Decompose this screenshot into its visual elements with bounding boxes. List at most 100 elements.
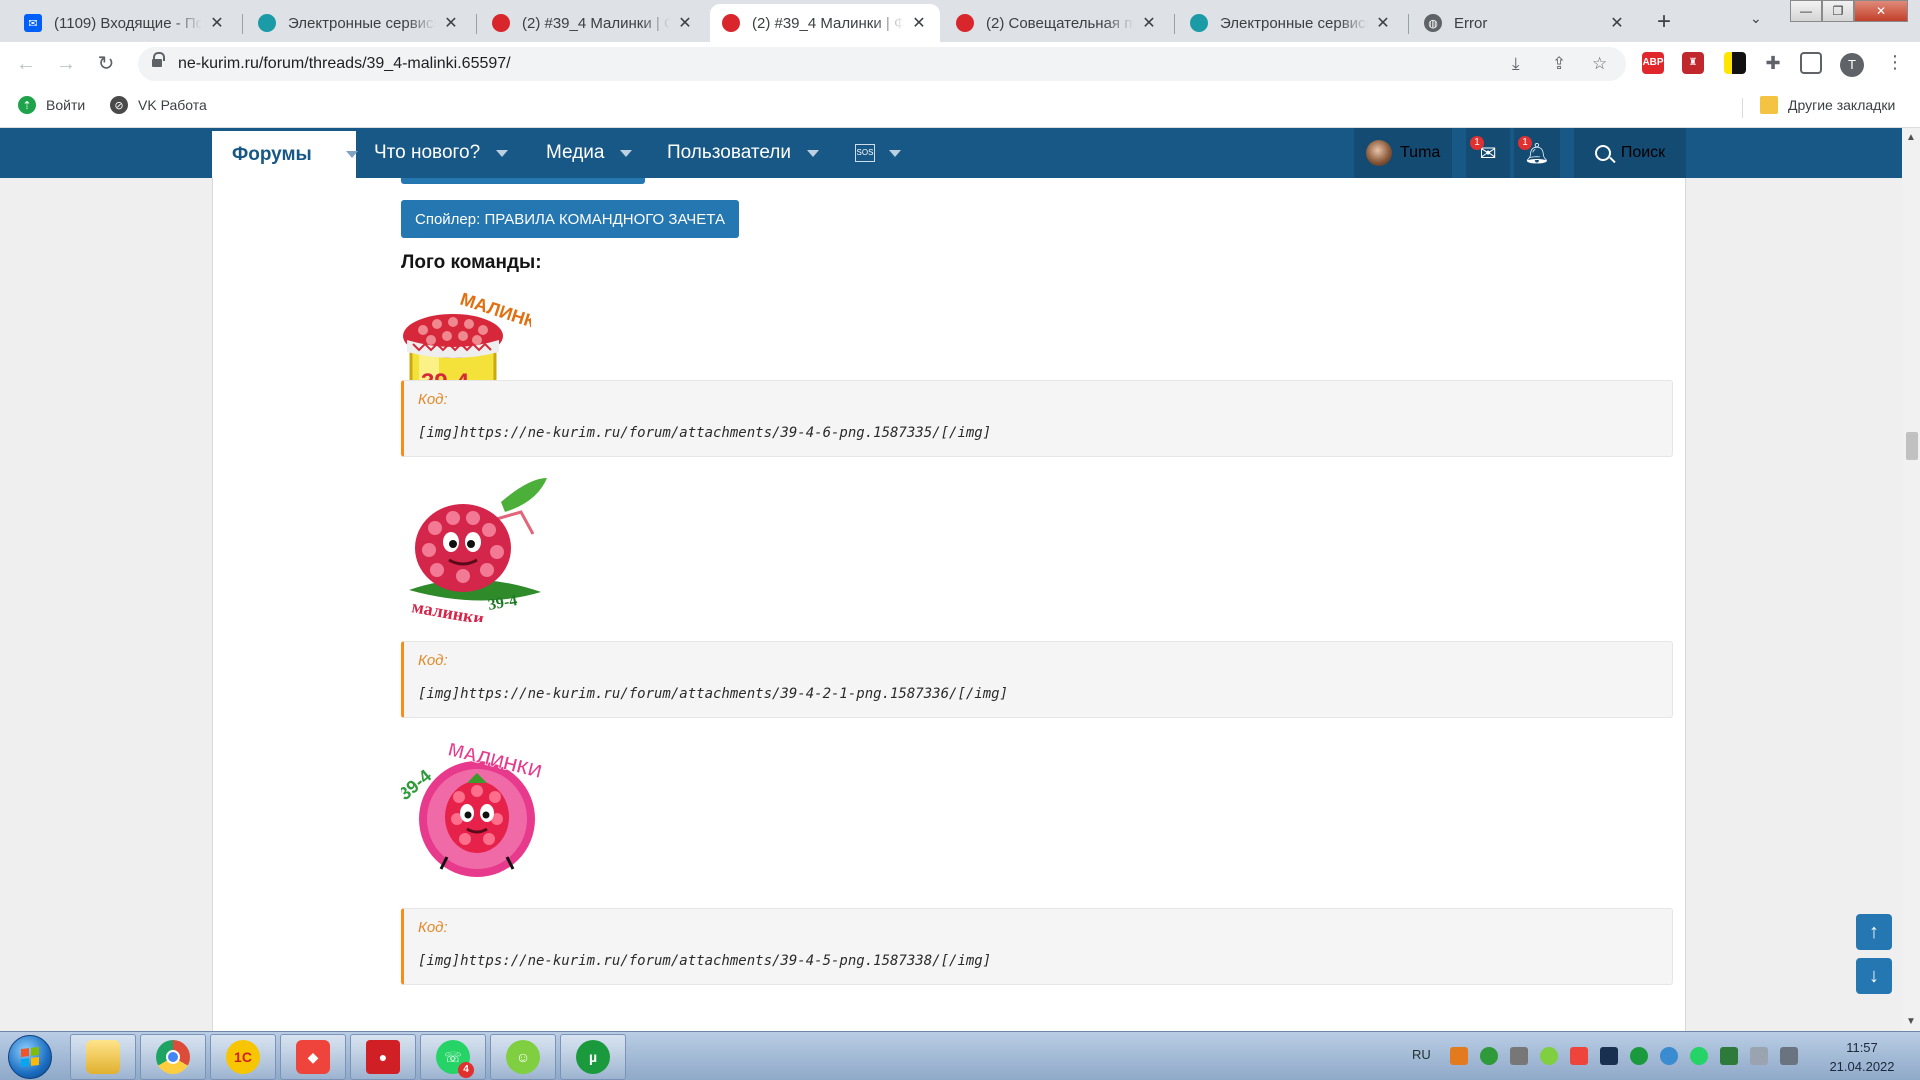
chevron-down-icon[interactable]	[345, 151, 358, 158]
inbox-button[interactable]: ✉ 1	[1466, 128, 1510, 178]
mail-icon: ✉	[24, 14, 42, 32]
tab-malinki-1[interactable]: (2) #39_4 Малинки | Совещательная ✕	[480, 4, 706, 42]
taskbar-utorrent[interactable]: µ	[560, 1034, 626, 1080]
search-button[interactable]: Поиск	[1574, 128, 1686, 178]
nav-sos[interactable]: SOS	[855, 128, 901, 178]
chevron-down-icon[interactable]	[807, 149, 820, 157]
volume-icon[interactable]	[1750, 1047, 1768, 1065]
nav-forums[interactable]: Форумы	[212, 128, 358, 178]
chevron-down-icon[interactable]	[620, 149, 633, 157]
nav-media[interactable]: Медиа	[546, 128, 633, 178]
ne-kurim-icon	[722, 14, 740, 32]
close-icon[interactable]: ✕	[1140, 13, 1158, 33]
browser-tab-strip: ✉ (1109) Входящие - Почта Mail.ru ✕ Элек…	[0, 0, 1920, 42]
bookmark-label: Войти	[46, 97, 86, 113]
taskbar-anydesk[interactable]: ◆	[280, 1034, 346, 1080]
code-text[interactable]: [img]https://ne-kurim.ru/forum/attachmen…	[418, 686, 1008, 702]
scroll-up-arrow-icon[interactable]: ▲	[1906, 132, 1916, 143]
page-scrollbar[interactable]: ▲ ▼	[1902, 128, 1920, 1031]
close-icon[interactable]: ✕	[910, 13, 928, 33]
android-icon: ☺	[506, 1040, 540, 1074]
tab-error[interactable]: ◍ Error ✕	[1412, 4, 1638, 42]
tray-app-icon[interactable]	[1660, 1047, 1678, 1065]
bookmark-vk-rabota[interactable]: ⊘ VK Работа	[110, 96, 207, 114]
system-clock[interactable]: 11:57 21.04.2022	[1812, 1038, 1912, 1076]
scroll-down-arrow-icon[interactable]: ▼	[1906, 1016, 1916, 1027]
close-icon[interactable]: ✕	[442, 13, 460, 33]
tray-whatsapp-icon[interactable]	[1690, 1047, 1708, 1065]
reload-button[interactable]: ↻	[94, 52, 118, 76]
taskbar-video[interactable]: ●	[350, 1034, 416, 1080]
url-text[interactable]: ne-kurim.ru/forum/threads/39_4-malinki.6…	[178, 55, 511, 73]
nav-users[interactable]: Пользователи	[667, 128, 820, 178]
scrollbar-thumb[interactable]	[1906, 432, 1918, 460]
maximize-button[interactable]: ❐	[1822, 0, 1854, 22]
color-picker-icon[interactable]	[1724, 52, 1746, 74]
tray-android-icon[interactable]	[1540, 1047, 1558, 1065]
tray-app-icon[interactable]	[1510, 1047, 1528, 1065]
start-button[interactable]	[8, 1035, 52, 1079]
tab-title: (2) #39_4 Малинки | Совещательная	[522, 14, 670, 32]
tab-gosuslugi[interactable]: Электронные сервисы ✕	[246, 4, 472, 42]
puzzle-icon[interactable]: ✚	[1762, 52, 1784, 74]
post-content: Спойлер: ПРАВИЛА КОМАНДНОГО ЗАЧЕТА Лого …	[212, 164, 1686, 1031]
explorer-icon	[86, 1040, 120, 1074]
alerts-button[interactable]: 🔔︎ 1	[1514, 128, 1560, 178]
nav-whats-new[interactable]: Что нового?	[374, 128, 509, 178]
tab-mail[interactable]: ✉ (1109) Входящие - Почта Mail.ru ✕	[12, 4, 238, 42]
logo-berry-leaf[interactable]: малинки 39-4	[401, 472, 551, 622]
tab-sovesh[interactable]: (2) Совещательная прозрачная ✕	[944, 4, 1170, 42]
lock-icon[interactable]	[152, 52, 165, 69]
tab-gosuslugi-2[interactable]: Электронные сервисы ✕	[1178, 4, 1404, 42]
menu-kebab-icon[interactable]: ⋮	[1886, 52, 1904, 73]
green-login-icon: ⇡	[18, 96, 36, 114]
bookmark-voiti[interactable]: ⇡ Войти	[18, 96, 85, 114]
window-close-button[interactable]: ✕	[1854, 0, 1908, 22]
share-icon[interactable]: ⇪	[1552, 54, 1566, 74]
address-bar[interactable]: ne-kurim.ru/forum/threads/39_4-malinki.6…	[138, 47, 1626, 81]
tab-title: (2) #39_4 Малинки | Форум	[752, 14, 904, 32]
browser-toolbar: ← → ↻ ne-kurim.ru/forum/threads/39_4-mal…	[0, 42, 1920, 86]
spoiler-button-rules[interactable]: Спойлер: ПРАВИЛА КОМАНДНОГО ЗАЧЕТА	[401, 200, 739, 238]
minimize-button[interactable]: —	[1790, 0, 1822, 22]
search-icon	[1594, 145, 1616, 164]
taskbar-chrome[interactable]	[140, 1034, 206, 1080]
tray-anydesk-icon[interactable]	[1570, 1047, 1588, 1065]
new-tab-button[interactable]: +	[1650, 8, 1678, 36]
network-icon[interactable]	[1780, 1047, 1798, 1065]
tray-monitor-icon[interactable]	[1600, 1047, 1618, 1065]
back-button[interactable]: ←	[14, 52, 38, 76]
user-menu[interactable]: Tuma	[1354, 128, 1453, 178]
bookmark-star-icon[interactable]: ☆	[1592, 54, 1607, 74]
taskbar-explorer[interactable]	[70, 1034, 136, 1080]
profile-avatar[interactable]: T	[1840, 53, 1864, 77]
tab-malinki-active[interactable]: (2) #39_4 Малинки | Форум ✕	[710, 4, 940, 42]
scroll-to-top-button[interactable]: ↑	[1856, 914, 1892, 950]
close-icon[interactable]: ✕	[208, 13, 226, 33]
close-icon[interactable]: ✕	[676, 13, 694, 33]
tab-search-chevron-icon[interactable]: ⌄	[1750, 10, 1762, 27]
scroll-to-bottom-button[interactable]: ↓	[1856, 958, 1892, 994]
forward-button[interactable]: →	[54, 52, 78, 76]
tray-mail-icon[interactable]	[1720, 1047, 1738, 1065]
castle-icon[interactable]: ♜	[1682, 52, 1704, 74]
taskbar-android[interactable]: ☺	[490, 1034, 556, 1080]
other-bookmarks[interactable]: Другие закладки	[1760, 96, 1895, 114]
close-icon[interactable]: ✕	[1608, 13, 1626, 33]
tray-utorrent-icon[interactable]	[1630, 1047, 1648, 1065]
code-text[interactable]: [img]https://ne-kurim.ru/forum/attachmen…	[418, 953, 991, 969]
side-panel-icon[interactable]	[1800, 52, 1822, 74]
code-text[interactable]: [img]https://ne-kurim.ru/forum/attachmen…	[418, 425, 991, 441]
taskbar-whatsapp[interactable]: ☏ 4	[420, 1034, 486, 1080]
install-icon[interactable]: ⤓	[1512, 54, 1520, 74]
adblock-icon[interactable]: ABP	[1642, 52, 1664, 74]
tray-app-icon[interactable]	[1480, 1047, 1498, 1065]
taskbar-1c[interactable]: 1С	[210, 1034, 276, 1080]
chevron-down-icon[interactable]	[496, 149, 509, 157]
close-icon[interactable]: ✕	[1374, 13, 1392, 33]
tray-app-icon[interactable]	[1450, 1047, 1468, 1065]
language-indicator[interactable]: RU	[1412, 1047, 1431, 1062]
logo-pink-circle[interactable]: 39-4 МАЛИНКИ	[401, 733, 561, 893]
chevron-down-icon[interactable]	[889, 149, 901, 157]
tab-title: (1109) Входящие - Почта Mail.ru	[54, 14, 202, 32]
